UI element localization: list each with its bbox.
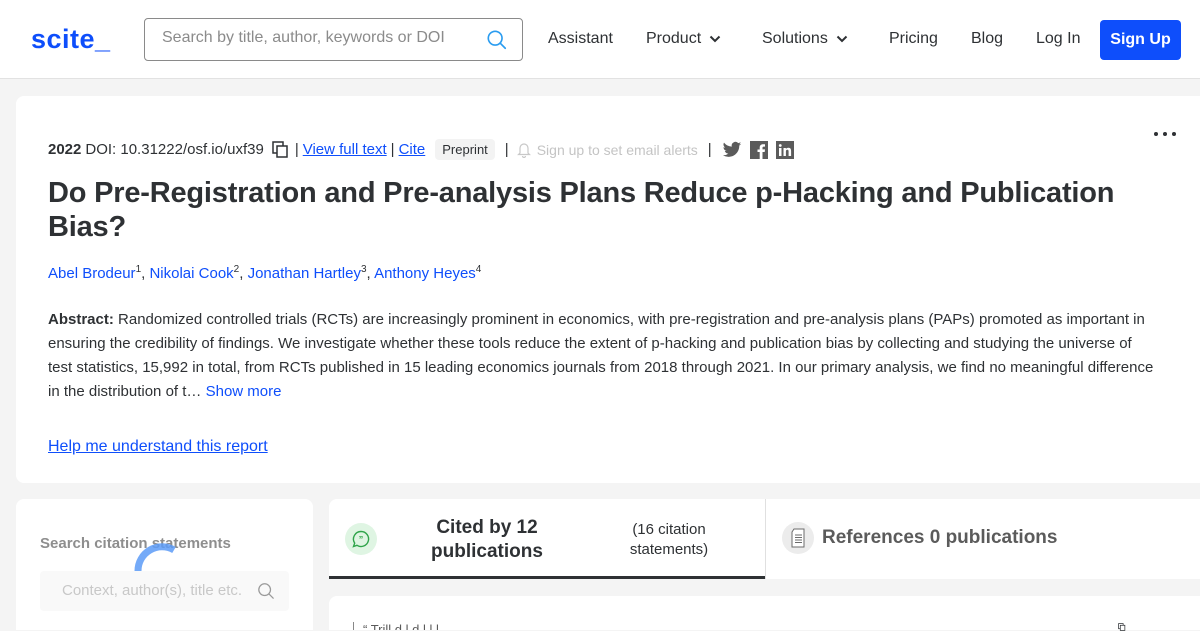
copy-icon[interactable] [272,141,289,158]
publication-year: 2022 [48,141,82,158]
chevron-down-icon [836,35,848,43]
search-icon[interactable] [486,29,508,51]
quote-bubble-icon: ” [345,523,377,555]
top-navigation-bar: scite_ Assistant Product Solutions Prici… [0,0,1200,79]
doi-text: DOI: 10.31222/osf.io/uxf39 [85,141,264,158]
email-alert-button[interactable]: Sign up to set email alerts [516,141,698,158]
twitter-icon[interactable] [722,141,742,159]
separator: | [390,141,395,158]
separator: | [504,141,509,158]
separator: | [707,141,712,158]
nav-assistant[interactable]: Assistant [548,30,613,48]
citation-statement-card: “ Trill d l d l l l [329,596,1200,631]
search-icon[interactable] [257,582,275,600]
separator: | [294,141,299,158]
nav-solutions-label: Solutions [762,30,828,47]
global-search-input[interactable] [162,29,462,47]
abstract-label: Abstract: [48,311,114,328]
more-options-button[interactable] [1154,132,1176,136]
paper-report-card: 2022 DOI: 10.31222/osf.io/uxf39 | View f… [16,96,1200,483]
email-alert-label: Sign up to set email alerts [536,141,698,158]
dot [1154,132,1158,136]
cite-link[interactable]: Cite [399,141,426,158]
bell-icon [516,142,531,158]
citation-snippet: “ Trill d l d l l l [363,622,439,630]
global-search-box[interactable] [144,18,523,61]
author-link[interactable]: Abel Brodeur [48,265,136,282]
nav-blog[interactable]: Blog [971,30,1003,48]
quote-bar [353,622,354,630]
chevron-down-icon [709,35,721,43]
signup-button[interactable]: Sign Up [1100,20,1181,60]
nav-product[interactable]: Product [646,30,721,48]
linkedin-icon[interactable] [775,140,794,159]
abstract: Abstract: Randomized controlled trials (… [48,308,1158,404]
author-list: Abel Brodeur1, Nikolai Cook2, Jonathan H… [48,264,482,282]
svg-text:”: ” [359,535,364,545]
share-links [722,140,794,159]
citation-statements-count: (16 citation statements) [629,521,709,558]
nav-product-label: Product [646,30,702,47]
dot [1172,132,1176,136]
author-link[interactable]: Nikolai Cook [149,265,233,282]
preprint-badge: Preprint [435,139,495,160]
cited-by-count: Cited by 12 publications [431,517,543,562]
paper-meta-row: 2022 DOI: 10.31222/osf.io/uxf39 | View f… [48,139,794,160]
references-count: References 0 publications [822,527,1058,548]
paper-title: Do Pre-Registration and Pre-analysis Pla… [48,177,1115,243]
tab-cited-by[interactable]: ” Cited by 12 publications (16 citation … [329,499,765,579]
facebook-icon[interactable] [749,140,768,159]
nav-solutions[interactable]: Solutions [762,30,848,48]
author-link[interactable]: Anthony Heyes [374,265,476,282]
author-link[interactable]: Jonathan Hartley [248,265,361,282]
loading-spinner-icon [134,543,176,572]
dot [1163,132,1167,136]
document-icon [782,522,814,554]
view-full-text-link[interactable]: View full text [303,141,387,158]
author-affiliation: 4 [475,264,482,275]
scite-logo[interactable]: scite_ [31,24,111,55]
nav-pricing[interactable]: Pricing [889,30,938,48]
help-understand-report-link[interactable]: Help me understand this report [48,438,268,456]
tab-references[interactable]: References 0 publications [765,499,1200,579]
login-link[interactable]: Log In [1036,30,1080,48]
show-more-link[interactable]: Show more [206,383,282,400]
